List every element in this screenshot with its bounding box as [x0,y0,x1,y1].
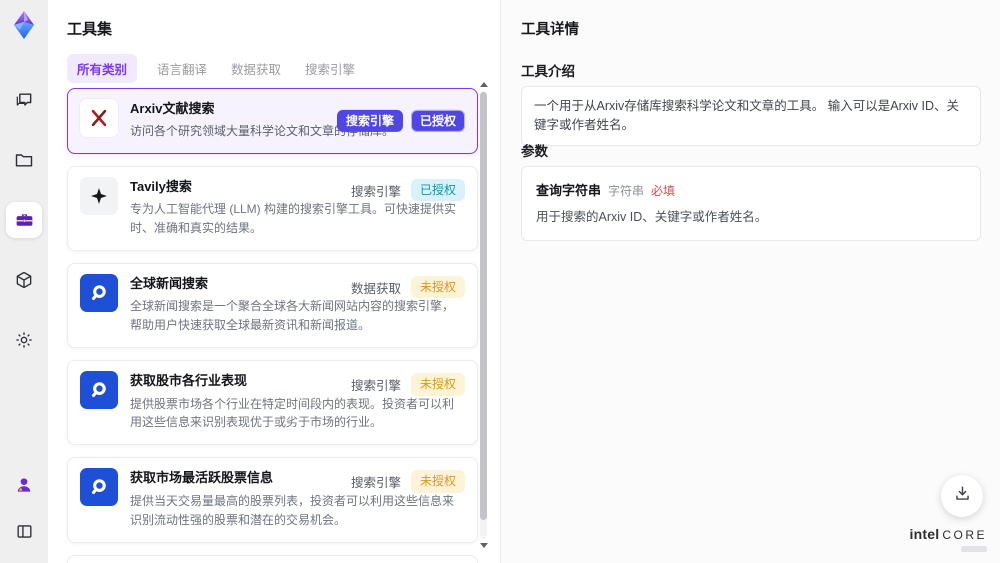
tool-description: 提供股票市场各个行业在特定时间段内的表现。投资者可以利用这些信息来识别表现优于或… [130,396,455,430]
category-label: 搜索引擎 [350,476,401,491]
parameter-description: 用于搜索的Arxiv ID、关键字或作者姓名。 [536,210,768,224]
tool-card-sector-performance[interactable]: 获取股市各行业表现 提供股票市场各个行业在特定时间段内的表现。投资者可以利用这些… [67,360,478,446]
intel-brand-text: intel [909,526,940,543]
intro-section-title: 工具介绍 [521,64,575,79]
tool-card-regional-news[interactable]: 万维地区新闻查询 查询具体行政区划内的新闻，快速了解各地新闻动 搜索引擎 未授权 [67,554,478,563]
params-section-title: 参数 [521,144,548,159]
tool-card-list: Arxiv文献搜索 访问各个研究领域大量科学论文和文章的存储库。 搜索引擎 已授… [67,88,478,563]
app-logo-icon [7,8,41,42]
tool-badges: 搜索引擎 已授权 [336,109,465,133]
download-icon [953,484,972,508]
tool-description: 专为人工智能代理 (LLM) 构建的搜索引擎工具。可快速提供实时、准确和真实的结… [130,202,457,236]
left-rail [0,0,48,563]
parameter-card: 查询字符串 字符串 必填 用于搜索的Arxiv ID、关键字或作者姓名。 [521,166,981,241]
news-search-icon [80,274,118,313]
category-tabs: 所有类别 语言翻译 数据获取 搜索引擎 [67,54,359,83]
tab-search-engine[interactable]: 搜索引擎 [301,54,359,83]
parameter-name: 查询字符串 [536,183,602,198]
download-button[interactable] [941,475,983,517]
parameter-required-flag: 必填 [651,184,676,198]
sidebar-item-settings[interactable] [6,322,42,358]
sidebar-item-packages[interactable] [6,262,42,298]
tool-card-tavily[interactable]: Tavily搜索 专为人工智能代理 (LLM) 构建的搜索引擎工具。可快速提供实… [67,166,478,252]
user-avatar[interactable] [6,467,42,503]
tool-badges: 搜索引擎 已授权 [350,179,465,202]
auth-status-badge: 未授权 [410,373,465,396]
chat-icon [14,90,34,110]
stock-search-icon [80,371,118,410]
tool-card-arxiv[interactable]: Arxiv文献搜索 访问各个研究领域大量科学论文和文章的存储库。 搜索引擎 已授… [67,88,478,155]
panel-toggle-icon [15,522,34,541]
core-brand-text: CORE [942,528,987,543]
stock-search-icon [80,468,118,507]
category-label: 搜索引擎 [350,184,401,199]
scroll-up-arrow-icon[interactable] [480,82,488,87]
scroll-down-arrow-icon[interactable] [480,543,488,548]
list-scrollbar[interactable] [479,82,488,548]
sidebar-item-files[interactable] [6,142,42,178]
arxiv-icon [80,99,118,137]
tab-translation[interactable]: 语言翻译 [153,54,211,83]
app-window: 工具集 所有类别 语言翻译 数据获取 搜索引擎 Arxiv文献搜索 访问各个研究… [0,0,1000,563]
auth-status-badge: 未授权 [410,276,465,299]
scrollbar-thumb[interactable] [480,92,487,520]
detail-title: 工具详情 [521,22,579,38]
collapse-panel-button[interactable] [6,513,42,549]
category-label: 搜索引擎 [350,378,401,393]
intel-core-logo: intel CORE [910,526,987,552]
tavily-star-icon [80,177,118,216]
tool-badges: 搜索引擎 未授权 [350,373,465,396]
gear-icon [14,330,34,350]
avatar-icon [14,475,34,495]
parameter-header: 查询字符串 字符串 必填 [536,180,966,199]
tool-badges: 搜索引擎 未授权 [350,470,465,493]
tools-panel: 工具集 所有类别 语言翻译 数据获取 搜索引擎 Arxiv文献搜索 访问各个研究… [48,0,500,563]
auth-status-badge: 未授权 [410,470,465,493]
tool-card-global-news[interactable]: 全球新闻搜索 全球新闻搜索是一个聚合全球各大新闻网站内容的搜索引擎，帮助用户快速… [67,263,478,349]
sidebar-item-toolbox[interactable] [6,202,42,238]
tool-detail-panel: 工具详情 工具介绍 一个用于从Arxiv存储库搜索科学论文和文章的工具。 输入可… [500,0,1000,563]
page-title: 工具集 [67,21,113,38]
intel-logo-subtext [961,546,987,552]
tab-all-categories[interactable]: 所有类别 [67,54,138,83]
sidebar-item-chat[interactable] [6,82,42,118]
folder-icon [14,150,34,170]
package-icon [14,270,34,290]
auth-status-badge: 已授权 [410,109,465,133]
tool-badges: 数据获取 未授权 [350,276,465,299]
toolbox-icon [14,210,35,231]
auth-status-badge: 已授权 [410,179,465,202]
tool-description: 全球新闻搜索是一个聚合全球各大新闻网站内容的搜索引擎，帮助用户快速获取全球最新资… [130,299,455,333]
tool-description: 提供当天交易量最高的股票列表，投资者可以利用这些信息来识别流动性强的股票和潜在的… [130,493,455,527]
category-label: 数据获取 [350,281,401,296]
category-badge: 搜索引擎 [336,109,403,133]
parameter-type: 字符串 [608,184,645,198]
tool-card-active-stocks[interactable]: 获取市场最活跃股票信息 提供当天交易量最高的股票列表，投资者可以利用这些信息来识… [67,457,478,543]
tab-data-fetch[interactable]: 数据获取 [227,54,285,83]
tool-intro-text: 一个用于从Arxiv存储库搜索科学论文和文章的工具。 输入可以是Arxiv ID… [521,86,981,146]
